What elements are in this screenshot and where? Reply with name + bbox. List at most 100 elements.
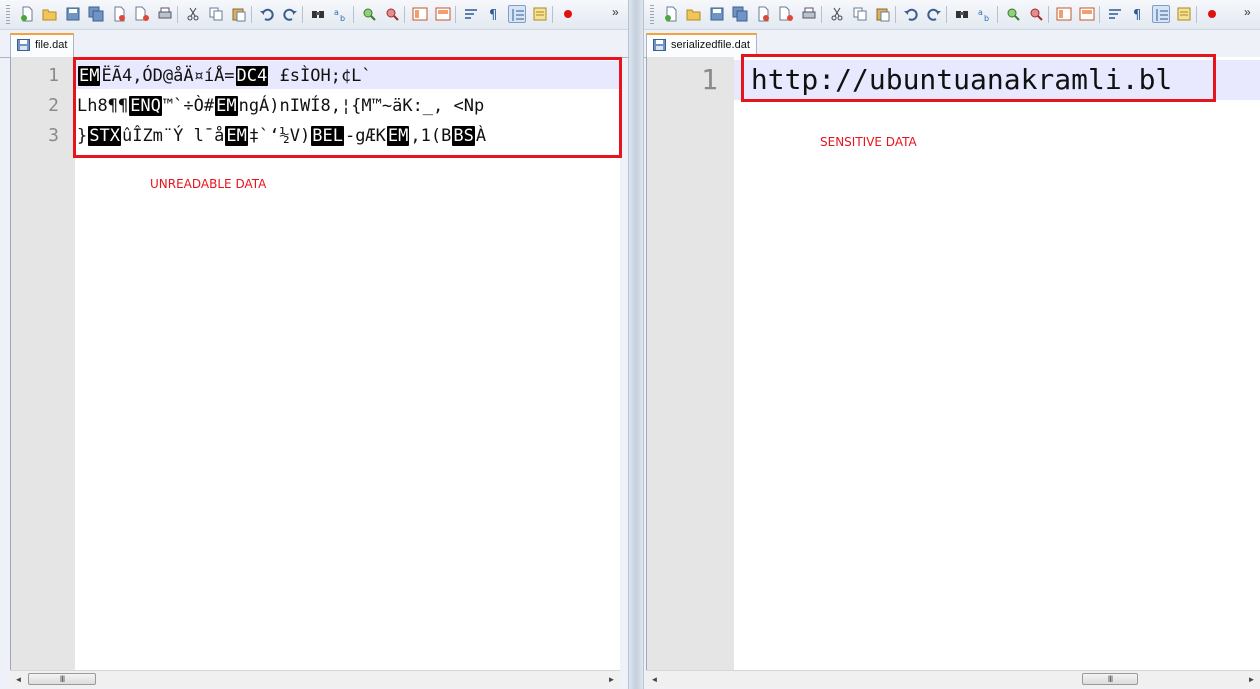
scrollbar-thumb[interactable]: III [28, 673, 96, 685]
sync-horizontal-icon[interactable] [1078, 5, 1096, 23]
new-file-icon[interactable] [662, 5, 680, 23]
scroll-right-arrow-icon[interactable]: ► [603, 671, 620, 688]
print-icon[interactable] [156, 5, 174, 23]
undo-icon[interactable] [258, 5, 276, 23]
cut-icon[interactable] [828, 5, 846, 23]
show-all-chars-icon[interactable]: ¶ [1129, 5, 1147, 23]
sensitive-data-annotation: SENSITIVE DATA [820, 135, 917, 149]
show-all-chars-icon[interactable]: ¶ [485, 5, 503, 23]
new-file-icon[interactable] [18, 5, 36, 23]
close-icon[interactable] [754, 5, 772, 23]
zoom-in-icon[interactable] [360, 5, 378, 23]
close-all-icon[interactable] [133, 5, 151, 23]
toolbar-separator [177, 6, 178, 23]
word-wrap-icon[interactable] [462, 5, 480, 23]
zoom-out-icon[interactable] [1027, 5, 1045, 23]
tab-file-dat[interactable]: file.dat [10, 33, 75, 57]
copy-icon[interactable] [207, 5, 225, 23]
undo-icon[interactable] [902, 5, 920, 23]
tab-label: serializedfile.dat [671, 39, 750, 51]
toolbar-separator [1196, 6, 1197, 23]
find-icon[interactable] [953, 5, 971, 23]
unreadable-data-highlight-box [73, 57, 622, 158]
right-editor-pane: a b ¶ » serializedfile.dat ¦http://ubuntuan… [644, 0, 1260, 689]
svg-text:a: a [334, 8, 339, 17]
sync-horizontal-icon[interactable] [434, 5, 452, 23]
replace-icon[interactable]: ab [332, 5, 350, 23]
document-map-icon[interactable] [1175, 5, 1193, 23]
unreadable-data-annotation: UNREADABLE DATA [150, 177, 267, 191]
zoom-out-icon[interactable] [383, 5, 401, 23]
toolbar-separator [552, 6, 553, 23]
text-editor[interactable]: ¦http://ubuntuanakramli.bl SENSITIVE DAT… [646, 54, 1260, 670]
toolbar-separator [1048, 6, 1049, 23]
open-file-icon[interactable] [685, 5, 703, 23]
left-editor-pane: a b ¶ » file.dat EM ËÃ4,ÓD@åÄ¤íÅ= DC4 £sÌOH;¢… [0, 0, 628, 689]
sync-vertical-icon[interactable] [1055, 5, 1073, 23]
word-wrap-icon[interactable] [1106, 5, 1124, 23]
indent-guide-icon[interactable] [1152, 5, 1170, 23]
cut-icon[interactable] [184, 5, 202, 23]
document-map-icon[interactable] [531, 5, 549, 23]
close-icon[interactable] [110, 5, 128, 23]
line-number: 2 [48, 95, 59, 116]
svg-text:b: b [984, 14, 989, 22]
save-icon[interactable] [708, 5, 726, 23]
redo-icon[interactable] [925, 5, 943, 23]
toolbar-overflow-button[interactable]: » [1244, 3, 1256, 21]
horizontal-scrollbar[interactable]: ◄ III ► [10, 670, 620, 688]
svg-text:b: b [340, 14, 345, 22]
toolbar-grip[interactable] [650, 5, 654, 25]
tab-label: file.dat [35, 39, 68, 51]
horizontal-scrollbar[interactable]: ◄ III ► [646, 670, 1260, 688]
toolbar-separator [353, 6, 354, 23]
indent-guide-icon[interactable] [508, 5, 526, 23]
toolbar-overflow-button[interactable]: » [612, 3, 624, 21]
saved-file-icon [653, 39, 666, 51]
zoom-in-icon[interactable] [1004, 5, 1022, 23]
toolbar-separator [251, 6, 252, 23]
print-icon[interactable] [800, 5, 818, 23]
sensitive-data-highlight-box [741, 54, 1216, 102]
scroll-right-arrow-icon[interactable]: ► [1243, 671, 1260, 688]
toolbar-separator [997, 6, 998, 23]
open-file-icon[interactable] [41, 5, 59, 23]
toolbar-separator [404, 6, 405, 23]
toolbar-separator [821, 6, 822, 23]
save-all-icon[interactable] [87, 5, 105, 23]
line-number: 1 [48, 65, 59, 86]
line-number-gutter [647, 57, 734, 670]
save-icon[interactable] [64, 5, 82, 23]
record-macro-icon[interactable] [559, 5, 577, 23]
svg-text:a: a [978, 8, 983, 17]
replace-icon[interactable]: ab [976, 5, 994, 23]
paste-icon[interactable] [230, 5, 248, 23]
text-editor[interactable]: EM ËÃ4,ÓD@åÄ¤íÅ= DC4 £sÌOH;¢L` Lh8¶¶ ENQ ™`÷Ò… [10, 57, 622, 670]
find-icon[interactable] [309, 5, 327, 23]
svg-text:¶: ¶ [1133, 8, 1141, 22]
paste-icon[interactable] [874, 5, 892, 23]
saved-file-icon [17, 39, 30, 51]
scroll-left-arrow-icon[interactable]: ◄ [646, 671, 663, 688]
redo-icon[interactable] [281, 5, 299, 23]
line-number: 1 [701, 63, 718, 96]
svg-text:¶: ¶ [489, 8, 497, 22]
sync-vertical-icon[interactable] [411, 5, 429, 23]
record-macro-icon[interactable] [1203, 5, 1221, 23]
tab-bar: file.dat [0, 30, 628, 58]
scrollbar-thumb[interactable]: III [1082, 673, 1138, 685]
split-view-divider[interactable] [628, 0, 644, 689]
line-number: 3 [48, 125, 59, 146]
close-all-icon[interactable] [777, 5, 795, 23]
toolbar-separator [895, 6, 896, 23]
toolbar: a b ¶ » [644, 0, 1260, 30]
toolbar-grip[interactable] [6, 5, 10, 25]
toolbar: a b ¶ » [0, 0, 628, 30]
toolbar-separator [1099, 6, 1100, 23]
toolbar-separator [946, 6, 947, 23]
scroll-left-arrow-icon[interactable]: ◄ [10, 671, 27, 688]
copy-icon[interactable] [851, 5, 869, 23]
toolbar-separator [302, 6, 303, 23]
toolbar-separator [455, 6, 456, 23]
save-all-icon[interactable] [731, 5, 749, 23]
